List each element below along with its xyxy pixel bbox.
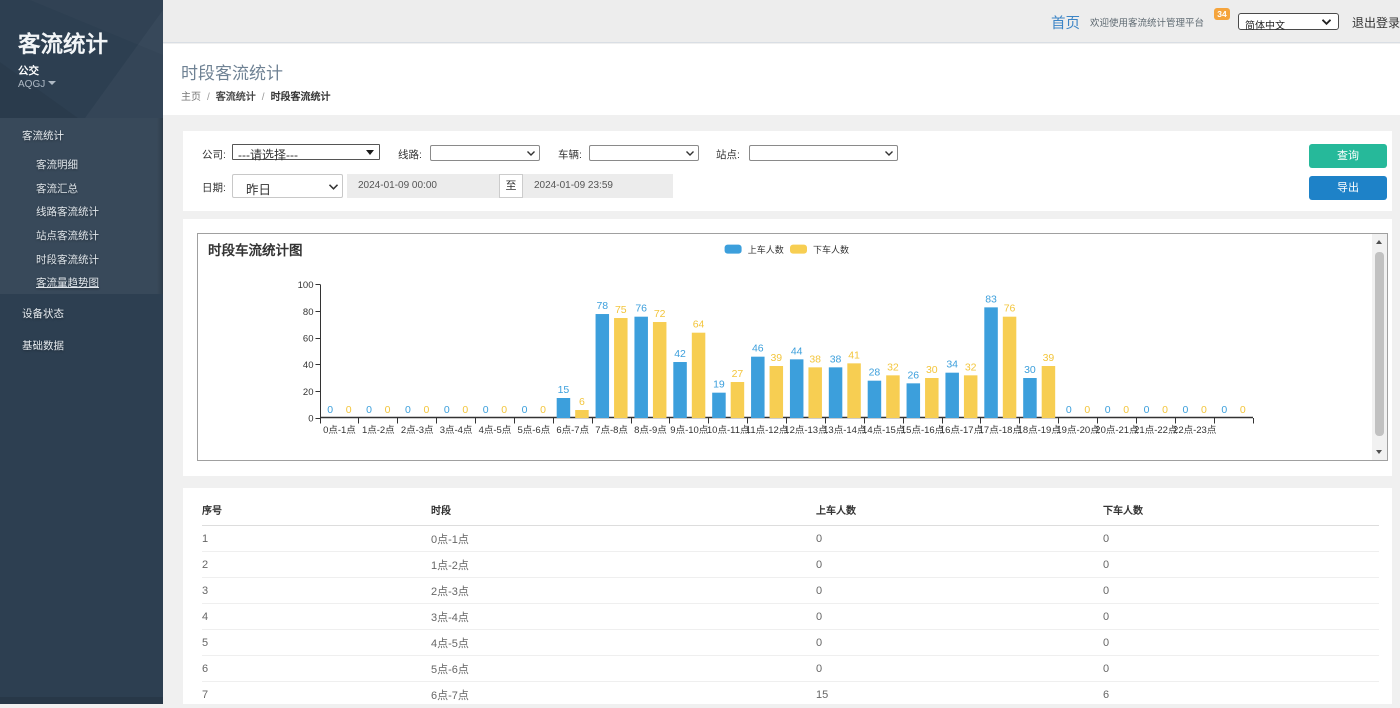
svg-text:17点-18点: 17点-18点	[979, 425, 1023, 436]
svg-text:30: 30	[926, 364, 938, 376]
svg-text:20: 20	[303, 387, 314, 398]
svg-text:100: 100	[298, 280, 314, 291]
svg-text:0: 0	[501, 404, 507, 416]
svg-text:15: 15	[558, 384, 570, 396]
svg-text:0: 0	[327, 404, 333, 416]
svg-text:14点-15点: 14点-15点	[862, 425, 906, 436]
svg-text:3点-4点: 3点-4点	[440, 425, 473, 436]
svg-text:0: 0	[308, 414, 313, 425]
svg-text:0: 0	[424, 404, 430, 416]
svg-text:22点-23点: 22点-23点	[1173, 425, 1217, 436]
svg-text:0: 0	[1162, 404, 1168, 416]
svg-text:39: 39	[1043, 352, 1055, 364]
svg-text:6点-7点: 6点-7点	[556, 425, 589, 436]
svg-text:13点-14点: 13点-14点	[823, 425, 867, 436]
svg-text:2点-3点: 2点-3点	[401, 425, 434, 436]
svg-text:76: 76	[1004, 303, 1016, 315]
svg-text:0: 0	[1105, 404, 1111, 416]
svg-text:19: 19	[713, 379, 725, 391]
svg-text:1点-2点: 1点-2点	[362, 425, 395, 436]
svg-text:0: 0	[540, 404, 546, 416]
svg-text:41: 41	[848, 349, 860, 361]
svg-text:0: 0	[366, 404, 372, 416]
svg-text:0: 0	[483, 404, 489, 416]
svg-text:28: 28	[869, 367, 881, 379]
svg-text:12点-13点: 12点-13点	[784, 425, 828, 436]
svg-text:4点-5点: 4点-5点	[479, 425, 512, 436]
svg-text:32: 32	[887, 361, 899, 373]
svg-text:15点-16点: 15点-16点	[901, 425, 945, 436]
svg-text:64: 64	[693, 319, 705, 331]
svg-text:16点-17点: 16点-17点	[940, 425, 984, 436]
svg-text:83: 83	[985, 293, 997, 305]
svg-text:10点-11点: 10点-11点	[707, 425, 750, 436]
svg-text:11点-12点: 11点-12点	[746, 425, 789, 436]
svg-text:72: 72	[654, 308, 666, 320]
svg-text:0: 0	[346, 404, 352, 416]
svg-text:46: 46	[752, 343, 764, 355]
svg-text:0: 0	[1183, 404, 1189, 416]
svg-text:0: 0	[1066, 404, 1072, 416]
svg-text:0: 0	[1144, 404, 1150, 416]
svg-text:5点-6点: 5点-6点	[517, 425, 550, 436]
svg-text:76: 76	[635, 303, 647, 315]
svg-text:21点-22点: 21点-22点	[1134, 425, 1178, 436]
svg-text:42: 42	[674, 348, 686, 360]
svg-text:下车人数: 下车人数	[813, 244, 849, 255]
svg-text:0: 0	[462, 404, 468, 416]
svg-text:32: 32	[965, 361, 977, 373]
svg-text:38: 38	[809, 353, 821, 365]
svg-text:0: 0	[1123, 404, 1129, 416]
svg-text:26: 26	[907, 369, 919, 381]
svg-text:时段车流统计图: 时段车流统计图	[208, 242, 303, 258]
svg-text:78: 78	[596, 300, 608, 312]
svg-text:0: 0	[444, 404, 450, 416]
svg-text:39: 39	[770, 352, 782, 364]
svg-text:75: 75	[615, 304, 627, 316]
svg-text:0: 0	[1240, 404, 1246, 416]
svg-text:0: 0	[522, 404, 528, 416]
svg-text:80: 80	[303, 307, 314, 318]
svg-text:9点-10点: 9点-10点	[670, 425, 709, 436]
svg-text:18点-19点: 18点-19点	[1018, 425, 1062, 436]
svg-text:44: 44	[791, 345, 803, 357]
svg-text:8点-9点: 8点-9点	[634, 425, 667, 436]
svg-text:上车人数: 上车人数	[748, 244, 784, 255]
svg-text:27: 27	[732, 368, 744, 380]
svg-text:19点-20点: 19点-20点	[1056, 425, 1100, 436]
svg-text:0: 0	[1084, 404, 1090, 416]
svg-text:0点-1点: 0点-1点	[323, 425, 356, 436]
svg-text:34: 34	[946, 359, 958, 371]
svg-text:6: 6	[579, 396, 585, 408]
svg-text:30: 30	[1024, 364, 1036, 376]
svg-text:20点-21点: 20点-21点	[1095, 425, 1139, 436]
svg-text:0: 0	[405, 404, 411, 416]
svg-text:38: 38	[830, 353, 842, 365]
svg-text:0: 0	[385, 404, 391, 416]
svg-text:60: 60	[303, 334, 314, 345]
svg-text:0: 0	[1221, 404, 1227, 416]
svg-text:7点-8点: 7点-8点	[595, 425, 628, 436]
svg-text:40: 40	[303, 360, 314, 371]
svg-text:0: 0	[1201, 404, 1207, 416]
